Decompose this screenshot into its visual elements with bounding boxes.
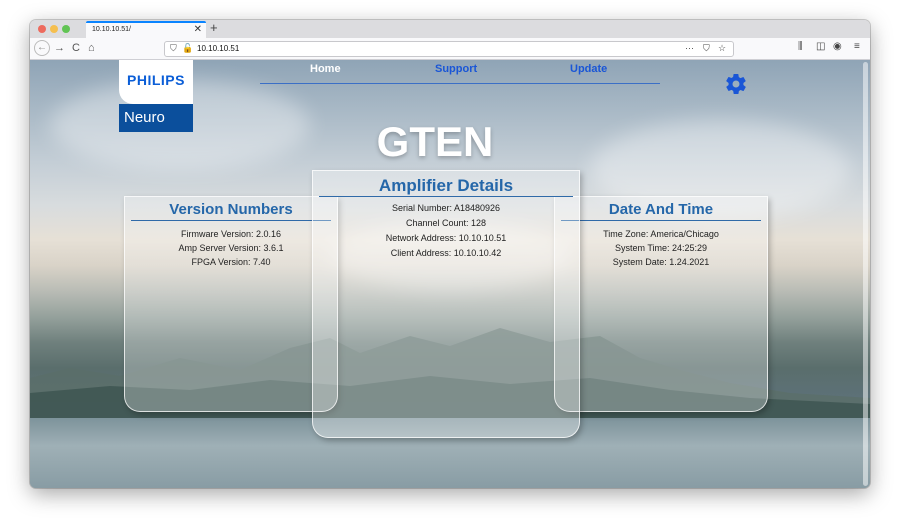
library-icon[interactable]: ⫼ <box>798 41 803 52</box>
nav-home-link[interactable]: Home <box>310 63 341 75</box>
pocket-icon[interactable]: ⛉ <box>703 43 710 54</box>
main-nav: Home Support Update <box>260 60 660 84</box>
logo-top: PHILIPS <box>119 60 193 104</box>
panel-divider <box>319 196 573 197</box>
insecure-lock-icon[interactable]: 🔓 <box>182 43 193 54</box>
panel-title: Version Numbers <box>169 201 293 218</box>
serial-number: Serial Number: A18480926 <box>391 203 501 213</box>
title-bar: 10.10.10.51/ ✕ + <box>30 20 870 38</box>
sidebar-icon[interactable]: ◫ <box>816 41 825 52</box>
account-icon[interactable]: ◉ <box>833 41 842 52</box>
gear-icon[interactable] <box>724 72 748 96</box>
panel-divider <box>131 220 331 221</box>
channel-count: Channel Count: 128 <box>405 218 487 228</box>
logo-bottom: Neuro <box>119 104 193 132</box>
nav-update-link[interactable]: Update <box>570 63 607 75</box>
tab-title: 10.10.10.51/ <box>92 26 131 33</box>
firmware-version: Firmware Version: 2.0.16 <box>180 229 282 239</box>
minimize-window-button[interactable] <box>50 25 58 33</box>
fpga-version: FPGA Version: 7.40 <box>191 257 271 267</box>
forward-button[interactable]: → <box>54 41 65 55</box>
page-scrollbar[interactable] <box>863 62 868 486</box>
logo-brand: PHILIPS <box>127 72 185 88</box>
system-time: System Time: 24:25:29 <box>614 243 708 253</box>
back-button[interactable]: ← <box>34 40 50 56</box>
menu-icon[interactable]: ≡ <box>854 41 860 52</box>
browser-tab[interactable]: 10.10.10.51/ ✕ <box>86 21 206 38</box>
amplifier-details-panel: Amplifier Details Serial Number: A184809… <box>312 170 580 438</box>
panel-title: Date And Time <box>608 201 714 218</box>
device-name: GTEN <box>376 118 494 165</box>
philips-neuro-logo: PHILIPS Neuro <box>119 60 193 132</box>
panel-title: Amplifier Details <box>378 176 514 195</box>
shield-icon[interactable]: ⛉ <box>170 43 177 54</box>
close-window-button[interactable] <box>38 25 46 33</box>
browser-window: 10.10.10.51/ ✕ + ← → C ⌂ ⛉ 🔓 10.10.10.51… <box>30 20 870 488</box>
nav-support-link[interactable]: Support <box>435 63 477 75</box>
bookmark-star-icon[interactable]: ☆ <box>718 43 726 54</box>
client-address: Client Address: 10.10.10.42 <box>390 248 502 258</box>
navigation-toolbar: ← → C ⌂ ⛉ 🔓 10.10.10.51 ··· ⛉ ☆ ⫼ ◫ ◉ ≡ <box>30 38 870 60</box>
date-time-panel: Date And Time Time Zone: America/Chicago… <box>554 196 768 412</box>
page-actions-icon[interactable]: ··· <box>685 43 694 53</box>
system-date: System Date: 1.24.2021 <box>612 257 710 267</box>
url-text[interactable]: 10.10.10.51 <box>197 44 239 53</box>
network-address: Network Address: 10.10.10.51 <box>385 233 507 243</box>
time-zone: Time Zone: America/Chicago <box>603 229 719 239</box>
tab-close-icon[interactable]: ✕ <box>194 24 202 35</box>
new-tab-button[interactable]: + <box>210 20 218 35</box>
maximize-window-button[interactable] <box>62 25 70 33</box>
home-button[interactable]: ⌂ <box>88 41 95 55</box>
page-content: PHILIPS Neuro Home Support Update GTEN V… <box>30 60 870 488</box>
url-bar[interactable]: ⛉ 🔓 10.10.10.51 ··· ⛉ ☆ <box>164 41 734 57</box>
panel-divider <box>561 220 761 221</box>
logo-subtitle: Neuro <box>124 109 165 126</box>
version-numbers-panel: Version Numbers Firmware Version: 2.0.16… <box>124 196 338 412</box>
reload-button[interactable]: C <box>72 41 80 55</box>
amp-server-version: Amp Server Version: 3.6.1 <box>178 243 284 253</box>
